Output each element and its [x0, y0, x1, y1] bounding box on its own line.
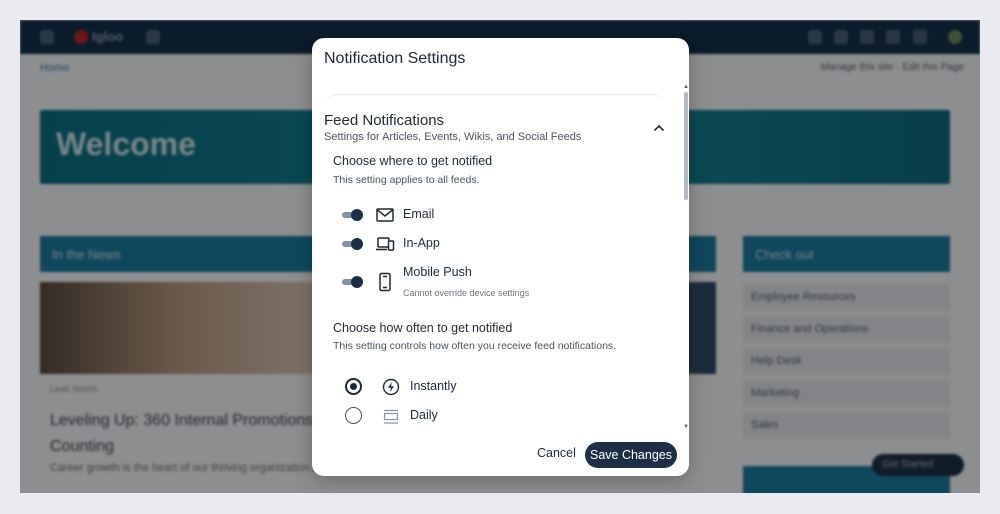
- save-changes-button[interactable]: Save Changes: [585, 442, 677, 468]
- notification-settings-dialog: Notification Settings Feed Notifications…: [312, 38, 689, 476]
- daily-label: Daily: [410, 408, 438, 422]
- where-title: Choose where to get notified: [333, 154, 493, 168]
- digest-icon: [383, 409, 399, 424]
- smartphone-icon: [379, 272, 391, 292]
- in-app-label: In-App: [403, 236, 440, 250]
- toggle-knob: [351, 209, 363, 221]
- email-toggle[interactable]: [342, 209, 364, 221]
- mobile-push-label: Mobile Push: [403, 265, 472, 279]
- feed-section-title: Feed Notifications: [324, 112, 445, 129]
- mobile-push-note: Cannot override device settings: [403, 288, 530, 298]
- toggle-knob: [351, 276, 363, 288]
- frequency-title: Choose how often to get notified: [333, 321, 513, 335]
- feed-section-subtitle: Settings for Articles, Events, Wikis, an…: [324, 131, 582, 143]
- scroll-down-arrow-icon[interactable]: ▼: [683, 424, 689, 430]
- chevron-up-icon[interactable]: [652, 121, 666, 135]
- where-subtitle: This setting applies to all feeds.: [333, 174, 480, 186]
- instantly-label: Instantly: [410, 379, 457, 393]
- daily-radio[interactable]: [345, 407, 362, 424]
- cancel-button[interactable]: Cancel: [537, 446, 576, 460]
- lightning-icon: [382, 378, 400, 396]
- email-label: Email: [403, 207, 435, 221]
- mobile-push-toggle[interactable]: [342, 276, 364, 288]
- toggle-knob: [351, 238, 363, 250]
- instantly-radio[interactable]: [345, 378, 362, 395]
- dialog-title: Notification Settings: [324, 50, 466, 67]
- mail-icon: [376, 208, 394, 222]
- scrollbar-thumb[interactable]: [684, 92, 688, 200]
- in-app-toggle[interactable]: [342, 238, 364, 250]
- frequency-subtitle: This setting controls how often you rece…: [333, 340, 617, 352]
- scroll-up-arrow-icon[interactable]: ▲: [683, 84, 689, 90]
- devices-icon: [376, 237, 395, 251]
